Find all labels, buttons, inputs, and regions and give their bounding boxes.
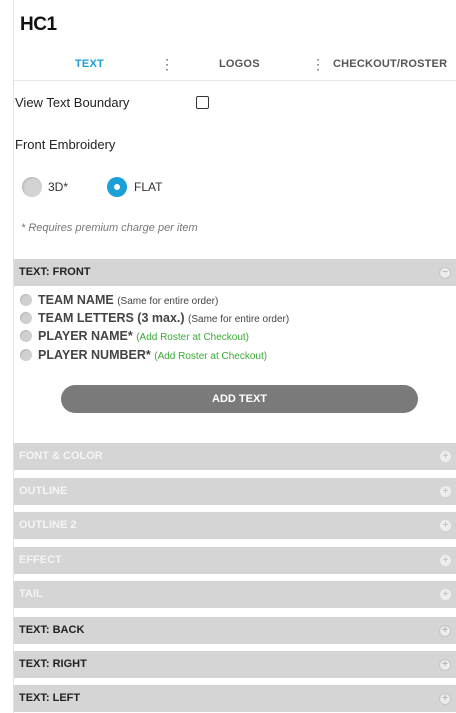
option-hint: (Add Roster at Checkout) — [154, 351, 268, 362]
expand-icon[interactable]: + — [439, 693, 451, 705]
tab-bar: TEXT ⋮ LOGOS ⋮ CHECKOUT/ROSTER — [14, 48, 456, 81]
section-text-left[interactable]: TEXT: LEFT + — [14, 685, 456, 712]
tab-text[interactable]: TEXT — [75, 48, 104, 80]
option-name: TEAM LETTERS (3 max.) — [38, 311, 185, 325]
tab-separator: ⋮ — [311, 56, 325, 72]
section-text-back[interactable]: TEXT: BACK + — [14, 617, 456, 644]
radio-dot[interactable] — [20, 349, 32, 361]
radio-flat-label: FLAT — [134, 180, 163, 194]
section-font-color[interactable]: FONT & COLOR + — [14, 443, 456, 470]
tab-checkout-roster[interactable]: CHECKOUT/ROSTER — [333, 48, 447, 80]
section-outline-2[interactable]: OUTLINE 2 + — [14, 512, 456, 539]
radio-3d[interactable] — [22, 177, 42, 197]
page-title: HC1 — [20, 14, 57, 35]
section-label: TAIL — [19, 588, 43, 600]
section-label: OUTLINE 2 — [19, 519, 77, 531]
premium-note: * Requires premium charge per item — [21, 222, 198, 234]
radio-dot[interactable] — [20, 294, 32, 306]
expand-icon[interactable]: + — [440, 589, 451, 600]
section-label: OUTLINE — [19, 485, 68, 497]
option-hint: (Same for entire order) — [117, 296, 219, 307]
front-embroidery-label: Front Embroidery — [15, 137, 116, 152]
radio-3d-label: 3D* — [48, 180, 69, 194]
option-hint: (Same for entire order) — [188, 314, 290, 325]
section-text-front[interactable]: TEXT: FRONT − — [14, 259, 456, 286]
option-name: TEAM NAME — [38, 293, 114, 307]
expand-icon[interactable]: + — [439, 659, 451, 671]
option-name: PLAYER NAME* — [38, 329, 133, 343]
expand-icon[interactable]: + — [439, 625, 451, 637]
expand-icon[interactable]: + — [440, 520, 451, 531]
section-label: TEXT: BACK — [19, 624, 85, 636]
section-label: FONT & COLOR — [19, 450, 103, 462]
view-text-boundary-checkbox[interactable] — [196, 96, 209, 109]
radio-dot[interactable] — [20, 330, 32, 342]
expand-icon[interactable]: + — [440, 451, 451, 462]
tab-logos[interactable]: LOGOS — [219, 48, 260, 80]
radio-flat[interactable] — [107, 177, 127, 197]
section-text-right[interactable]: TEXT: RIGHT + — [14, 651, 456, 678]
radio-dot[interactable] — [20, 312, 32, 324]
expand-icon[interactable]: + — [440, 555, 451, 566]
tab-separator: ⋮ — [160, 56, 174, 72]
collapse-icon[interactable]: − — [439, 267, 451, 279]
section-outline[interactable]: OUTLINE + — [14, 478, 456, 505]
view-text-boundary-label: View Text Boundary — [15, 95, 130, 110]
expand-icon[interactable]: + — [440, 486, 451, 497]
section-label: TEXT: FRONT — [19, 266, 91, 278]
add-text-button[interactable]: ADD TEXT — [61, 385, 418, 413]
option-hint: (Add Roster at Checkout) — [136, 332, 250, 343]
section-label: EFFECT — [19, 554, 62, 566]
section-label: TEXT: LEFT — [19, 692, 81, 704]
option-name: PLAYER NUMBER* — [38, 348, 151, 362]
section-label: TEXT: RIGHT — [19, 658, 87, 670]
section-effect[interactable]: EFFECT + — [14, 547, 456, 574]
section-tail[interactable]: TAIL + — [14, 581, 456, 608]
